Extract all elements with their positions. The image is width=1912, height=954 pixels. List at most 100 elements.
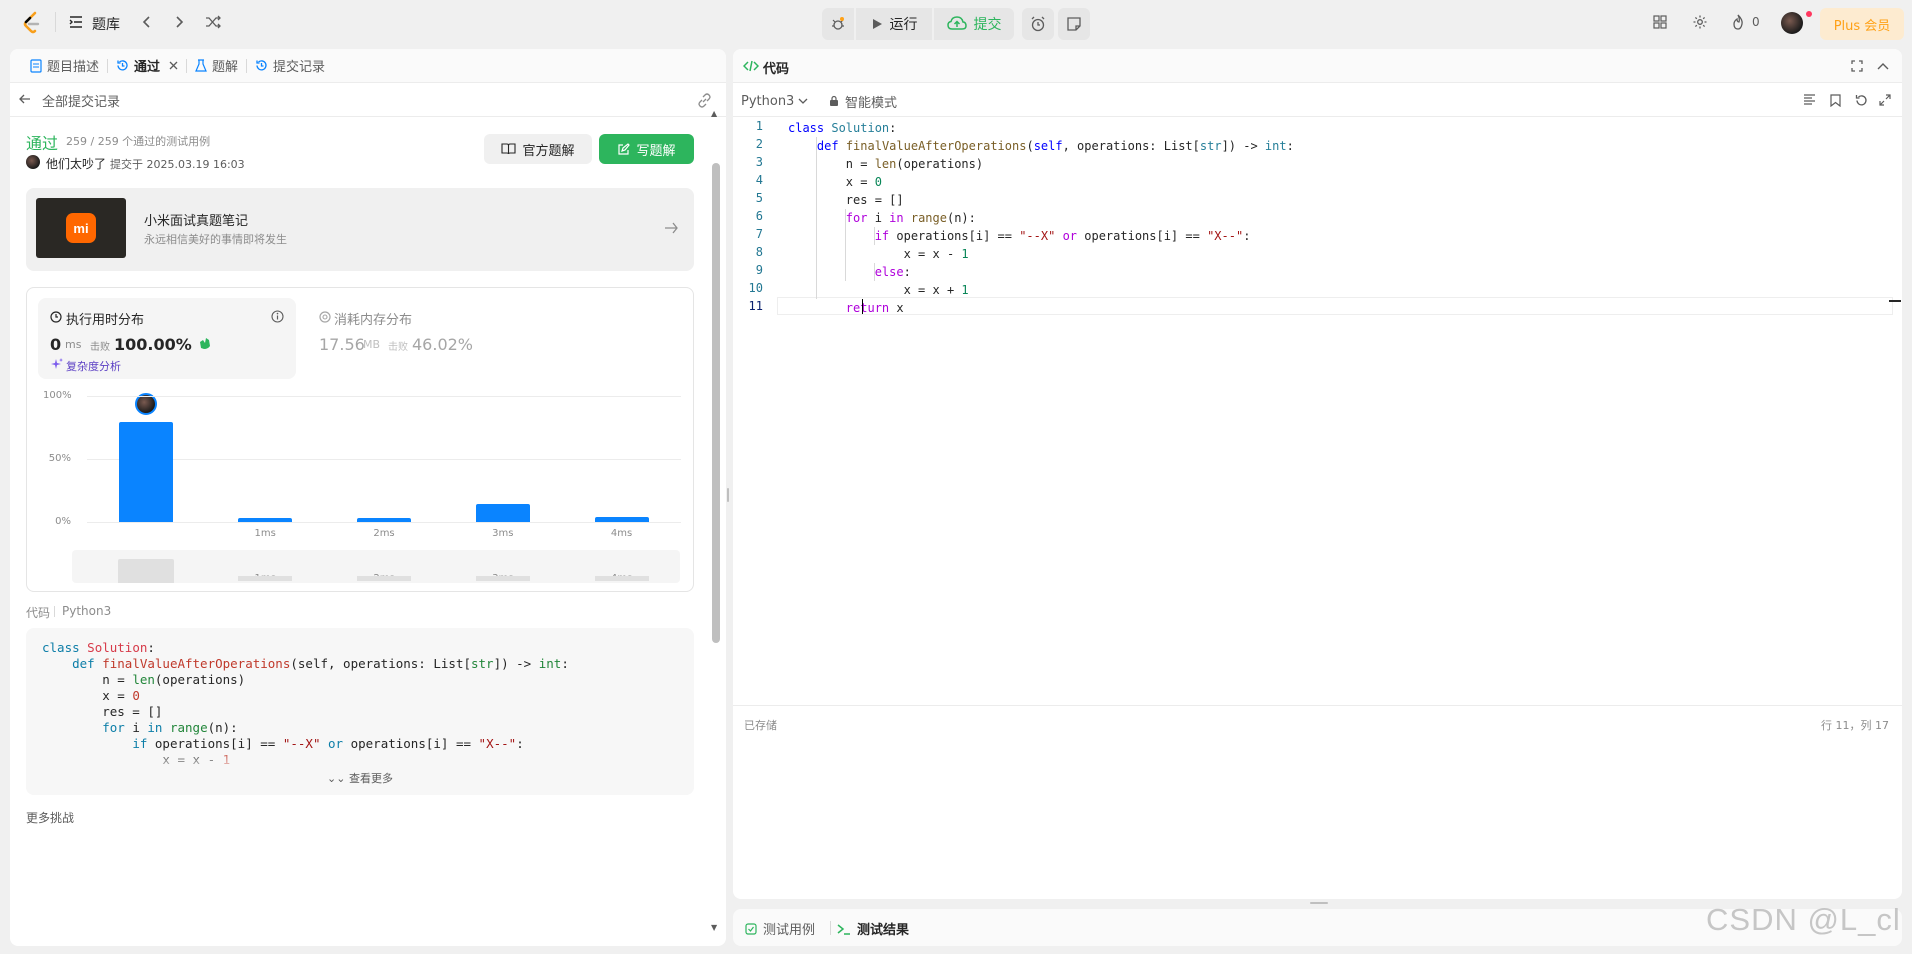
tab-solutions[interactable]: 题解 (187, 56, 246, 75)
line-number: 2 (755, 137, 763, 151)
line-number: 9 (755, 263, 763, 277)
code-line[interactable]: return x (788, 299, 1294, 317)
xiaomi-logo: mi (66, 213, 96, 243)
code-line[interactable]: x = x - 1 (788, 245, 1294, 263)
see-more-label: 查看更多 (348, 772, 393, 785)
scroll-down-icon[interactable]: ▼ (711, 923, 717, 932)
reset-icon[interactable] (1854, 93, 1868, 107)
timer-button[interactable] (1022, 8, 1054, 40)
fullscreen-icon[interactable] (1850, 59, 1864, 73)
code-line[interactable]: for i in range(n): (788, 209, 1294, 227)
bar-4ms[interactable] (594, 516, 649, 522)
terminal-icon (837, 923, 851, 935)
code-line[interactable]: n = len(operations) (788, 155, 1294, 173)
notification-dot (1806, 11, 1812, 17)
bar-3ms[interactable] (475, 504, 530, 522)
bar-1ms[interactable] (238, 518, 293, 522)
code-section-label: 代码 (26, 606, 51, 620)
format-icon[interactable] (1802, 93, 1816, 107)
code-line[interactable]: def finalValueAfterOperations(self, oper… (788, 137, 1294, 155)
close-icon[interactable] (169, 61, 178, 70)
horizontal-resize-handle[interactable] (1310, 902, 1328, 904)
shuffle-icon[interactable] (204, 14, 222, 30)
clock-icon (50, 311, 62, 323)
info-icon[interactable] (270, 309, 284, 323)
indent-guide (874, 263, 875, 281)
write-solution-button[interactable]: 写题解 (599, 134, 694, 164)
debug-button[interactable] (822, 8, 854, 40)
problem-list-link[interactable]: 题库 (92, 14, 120, 34)
flask-icon (195, 58, 207, 73)
official-solution-button[interactable]: 官方题解 (484, 134, 592, 164)
code-line[interactable]: class Solution: (788, 119, 1294, 137)
code-line: for i in range(n): (102, 720, 238, 735)
layout-icon[interactable] (1652, 14, 1668, 30)
tab-submissions[interactable]: 提交记录 (247, 56, 333, 75)
bar-0ms[interactable] (119, 422, 174, 522)
chevron-down-icon (798, 98, 808, 105)
notes-button[interactable] (1058, 8, 1090, 40)
runtime-distribution-chart[interactable]: 100%50%0%1ms1ms2ms2ms3ms3ms4ms4ms (27, 386, 695, 591)
code-line[interactable]: x = 0 (788, 173, 1294, 191)
collapse-icon[interactable] (1876, 59, 1890, 73)
bug-icon (830, 16, 846, 32)
plus-member-button[interactable]: Plus 会员 (1820, 8, 1904, 40)
divider (55, 12, 56, 32)
scroll-up-icon[interactable]: ▲ (711, 109, 717, 118)
left-scrollbar-track: ▲ ▼ (710, 109, 722, 936)
share-link-icon[interactable] (696, 92, 712, 108)
prev-problem-icon[interactable] (138, 14, 154, 30)
brush-handle[interactable] (118, 559, 174, 583)
submitted-code-block[interactable]: class Solution: def finalValueAfterOpera… (26, 628, 694, 795)
left-panel: 题目描述 通过 题解 提交记录 全部提交记录 通过 259 / 259 个通过的… (10, 49, 726, 946)
smart-mode-toggle[interactable]: 智能模式 (845, 92, 897, 111)
all-submissions-link[interactable]: 全部提交记录 (42, 91, 120, 110)
gear-icon[interactable] (1692, 14, 1708, 30)
complexity-analysis-link[interactable]: 复杂度分析 (66, 358, 121, 374)
tab-testcase[interactable]: 测试用例 (745, 919, 815, 938)
history-icon (255, 59, 268, 72)
list-icon[interactable] (68, 14, 84, 30)
submitted-time: 提交于 2025.03.19 16:03 (110, 158, 245, 171)
runtime-beats-label: 击败 (90, 342, 110, 353)
code-line[interactable]: x = x + 1 (788, 281, 1294, 299)
saved-status: 已存储 (744, 719, 777, 732)
username[interactable]: 他们太吵了 (46, 155, 106, 172)
play-icon (871, 18, 883, 30)
code-editor[interactable]: 1 2 3 4 5 6 7 8 9 10 11 class Solution: def finalV… (733, 119, 1901, 739)
submit-button[interactable]: 提交 (934, 8, 1014, 40)
expand-icon[interactable] (1878, 93, 1892, 107)
runtime-card[interactable]: 执行用时分布 0 ms 击败 100.00% 复杂度分析 (38, 298, 296, 379)
indent-guide (845, 209, 846, 281)
next-problem-icon[interactable] (172, 14, 188, 30)
note-icon (1067, 17, 1081, 31)
tab-test-result[interactable]: 测试结果 (837, 919, 909, 938)
stats-card: 执行用时分布 0 ms 击败 100.00% 复杂度分析 消耗内存分布 17.5… (26, 287, 694, 592)
avatar[interactable] (1781, 12, 1803, 34)
line-number: 5 (755, 191, 763, 205)
see-more-button[interactable]: ⌄⌄ 查看更多 (26, 770, 694, 786)
bookmark-icon[interactable] (1828, 93, 1842, 107)
memory-title[interactable]: 消耗内存分布 (334, 309, 412, 328)
back-arrow-icon[interactable] (18, 92, 32, 106)
promo-card[interactable]: mi 小米面试真题笔记 永远相信美好的事情即将发生 (26, 188, 694, 271)
leetcode-logo-icon[interactable] (20, 10, 44, 36)
panel-resize-handle[interactable] (727, 488, 729, 502)
brush-bar (475, 576, 530, 581)
arrow-right-icon (664, 221, 678, 235)
run-button[interactable]: 运行 (856, 8, 932, 40)
language-label: Python3 (741, 93, 795, 109)
left-scrollbar-thumb[interactable] (712, 163, 720, 643)
code-line[interactable]: else: (788, 263, 1294, 281)
code-line[interactable]: if operations[i] == "--X" or operations[… (788, 227, 1294, 245)
language-select[interactable]: Python3 (741, 91, 808, 111)
bar-2ms[interactable] (357, 518, 411, 522)
official-solution-label: 官方题解 (522, 143, 575, 159)
tab-description-label: 题目描述 (47, 60, 100, 75)
line-number: 3 (755, 155, 763, 169)
streak-fire-icon[interactable] (1730, 14, 1746, 30)
tab-accepted[interactable]: 通过 (108, 56, 186, 75)
edit-icon (617, 142, 631, 156)
tab-description[interactable]: 题目描述 (22, 56, 107, 75)
code-line[interactable]: res = [] (788, 191, 1294, 209)
